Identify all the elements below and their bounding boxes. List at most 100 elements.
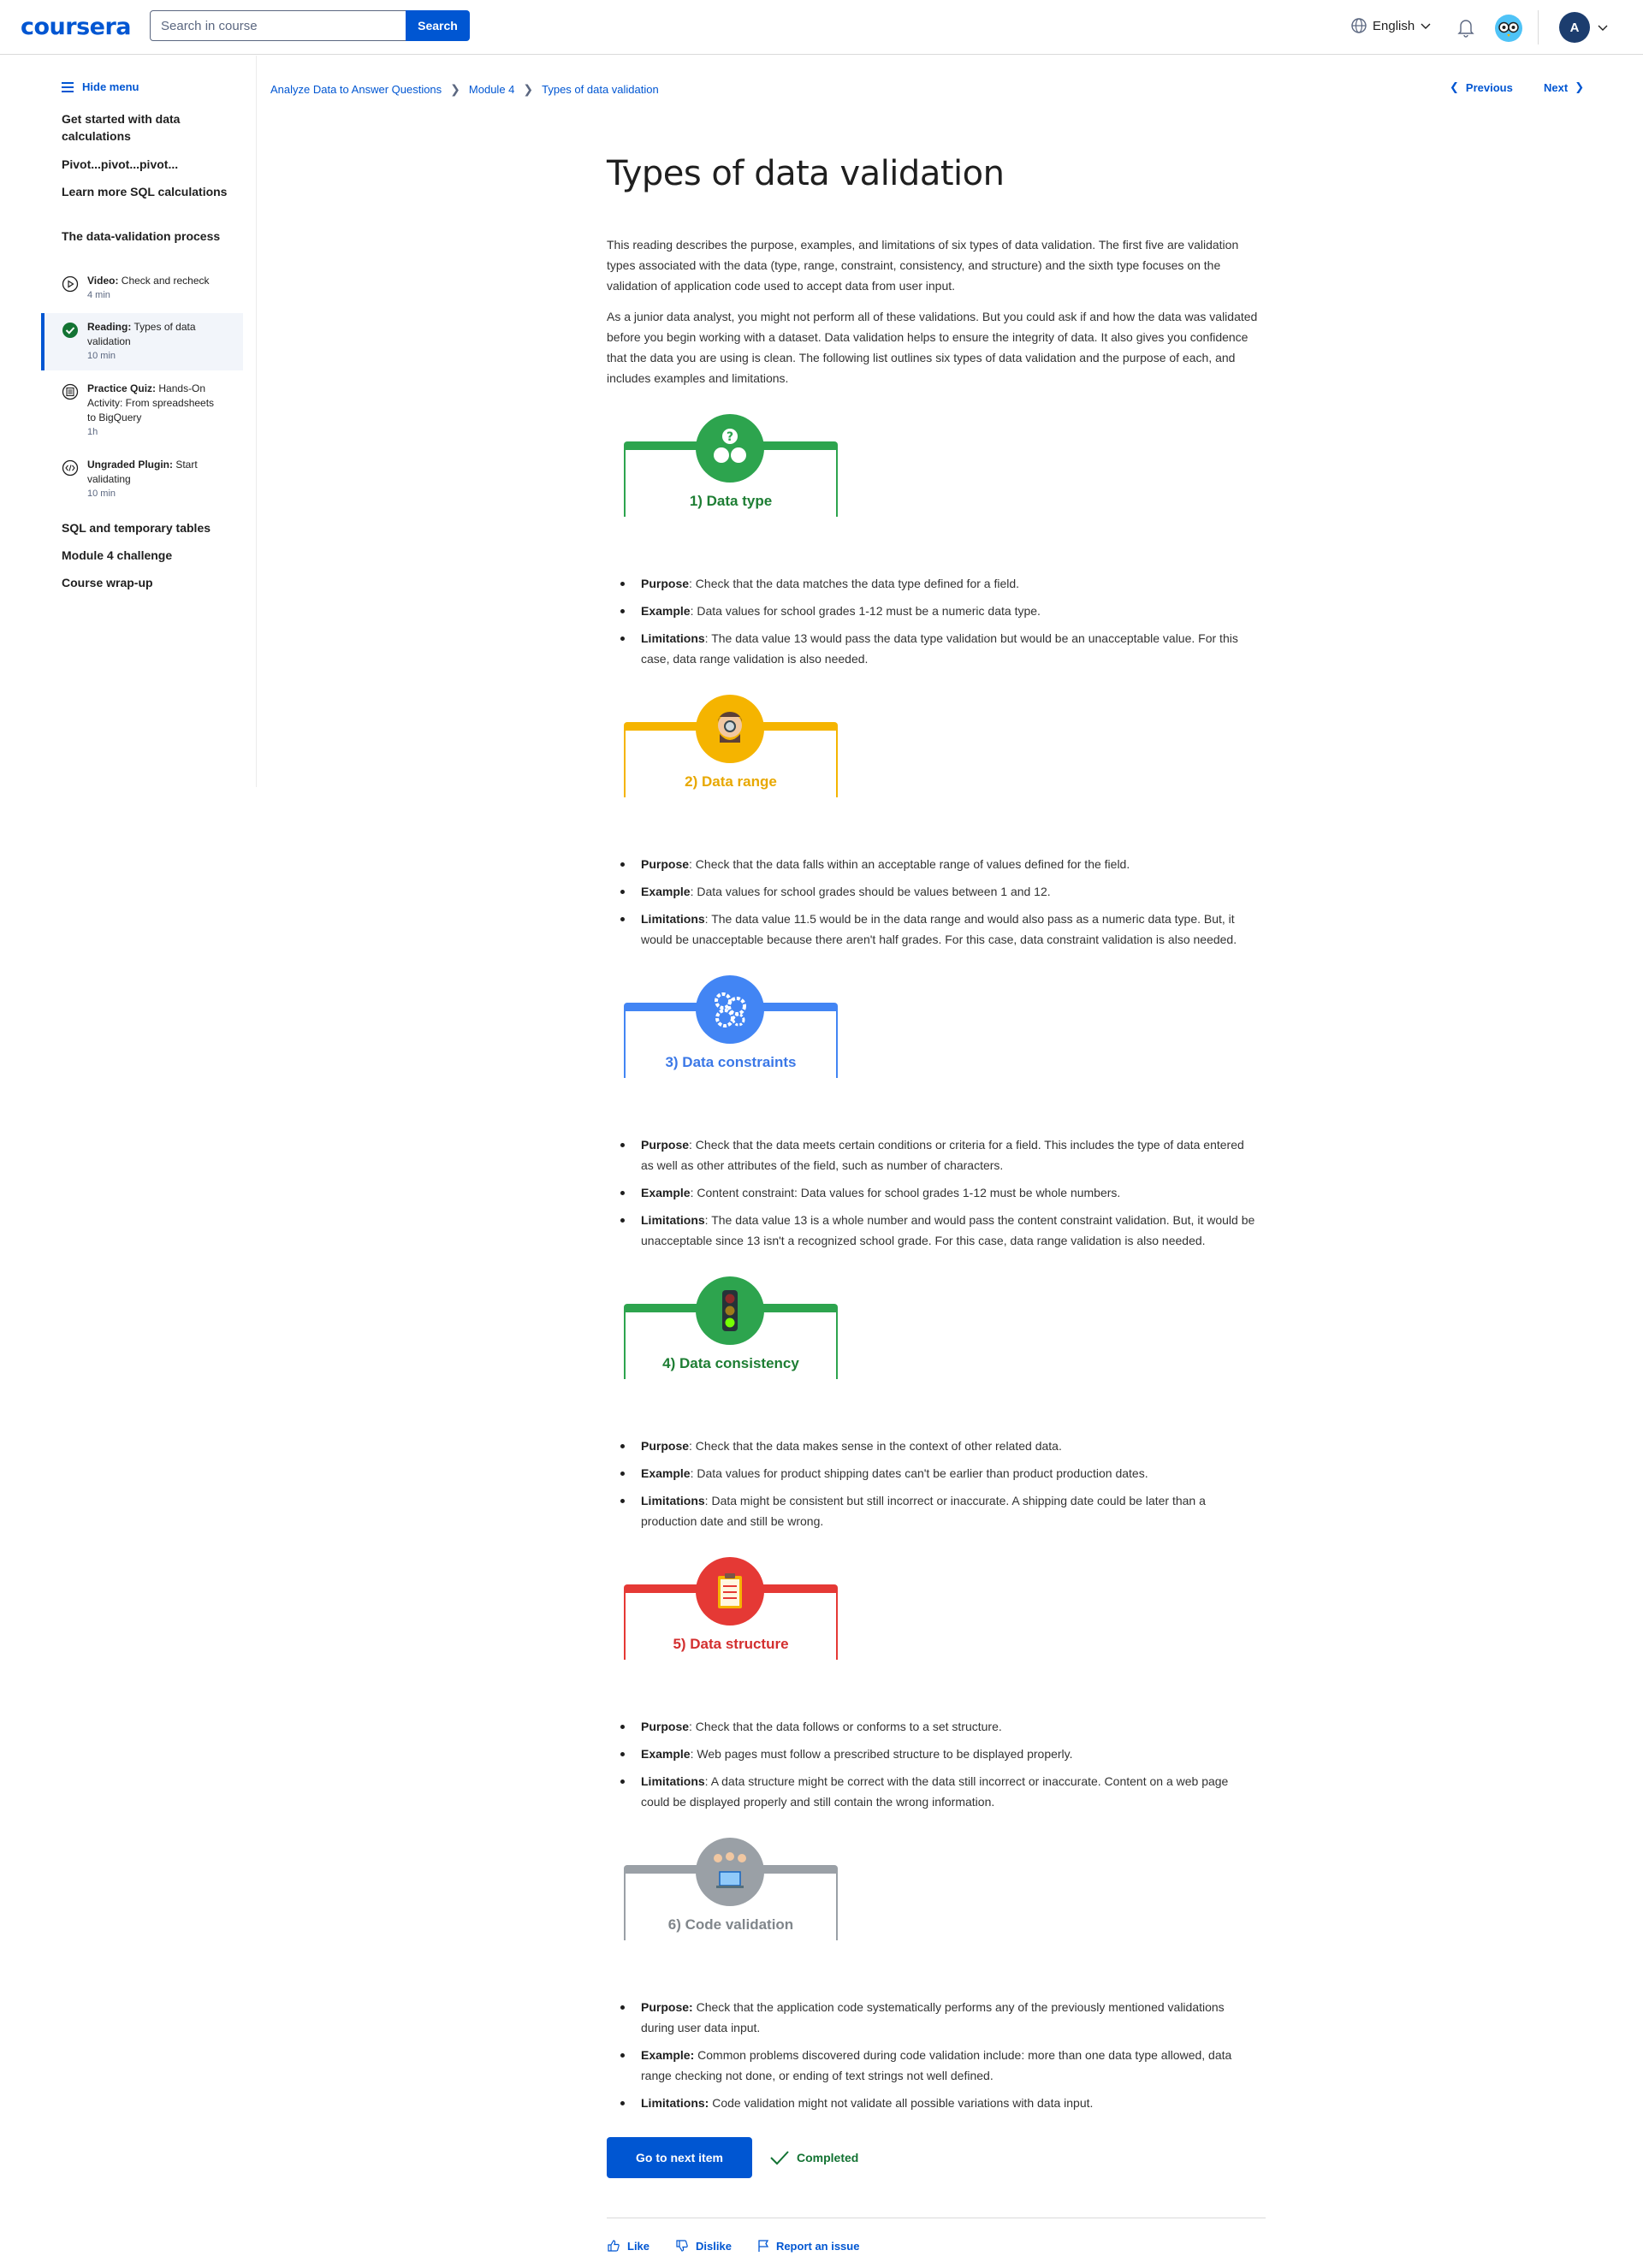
section-list: Purpose: Check that the data follows or … [620, 1716, 1266, 1812]
section-list: Purpose: Check that the data falls withi… [620, 854, 1266, 950]
clipboard-icon [696, 1557, 764, 1625]
checkmark-icon [770, 2151, 789, 2165]
section-list: Purpose: Check that the application code… [620, 1997, 1266, 2113]
gears-icon [696, 975, 764, 1044]
report-issue-button[interactable]: Report an issue [757, 2239, 859, 2253]
list-item: Limitations: The data value 13 is a whol… [620, 1210, 1255, 1251]
intro-paragraph: As a junior data analyst, you might not … [607, 310, 1258, 385]
coach-button[interactable] [1494, 14, 1523, 47]
next-label: Next [1544, 80, 1569, 94]
list-item: Example: Content constraint: Data values… [620, 1182, 1255, 1203]
next-button[interactable]: Next ❯ [1544, 80, 1584, 94]
play-circle-icon [62, 275, 79, 293]
sidebar-section-sql-calculations[interactable]: Learn more SQL calculations [62, 183, 233, 200]
list-item: Example: Data values for school grades 1… [620, 601, 1255, 621]
item-duration: 4 min [87, 290, 110, 300]
breadcrumb-course[interactable]: Analyze Data to Answer Questions [270, 83, 442, 96]
hide-menu-button[interactable]: Hide menu [62, 80, 139, 93]
menu-icon [62, 81, 74, 92]
sidebar-section-data-calculations[interactable]: Get started with data calculations [62, 110, 233, 145]
flag-icon [758, 2240, 769, 2252]
sidebar-item-practice-quiz[interactable]: Practice Quiz: Hands-On Activity: From s… [41, 375, 243, 447]
item-type: Practice Quiz: [87, 382, 157, 394]
chevron-down-icon [1421, 23, 1431, 29]
language-selector[interactable]: English [1350, 17, 1432, 34]
completed-status: Completed [769, 2149, 858, 2166]
card-label: 4) Data consistency [662, 1355, 799, 1371]
like-button[interactable]: Like [607, 2239, 649, 2253]
list-item: Purpose: Check that the data follows or … [620, 1716, 1255, 1737]
scientist-icon [696, 695, 764, 763]
chevron-right-icon: ❯ [523, 82, 534, 96]
card-label: 1) Data type [689, 493, 773, 509]
code-validation-card: 6) Code validation [624, 1838, 846, 1975]
notifications-button[interactable] [1456, 17, 1475, 42]
item-type: Ungraded Plugin: [87, 459, 173, 471]
coursera-logo[interactable]: coursera [21, 14, 132, 40]
section-list: Purpose: Check that the data matches the… [620, 573, 1266, 669]
coach-owl-icon [1495, 15, 1522, 42]
traffic-light-icon [696, 1276, 764, 1345]
list-item: Purpose: Check that the application code… [620, 1997, 1255, 2038]
question-heads-icon: ? [696, 414, 764, 483]
chevron-right-icon: ❯ [450, 82, 460, 96]
code-plugin-icon [62, 459, 79, 477]
sidebar-section-pivot[interactable]: Pivot...pivot...pivot... [62, 156, 233, 173]
list-item: Limitations: The data value 11.5 would b… [620, 909, 1255, 950]
completion-actions: Go to next item Completed [607, 2137, 1266, 2178]
laptop-people-icon [696, 1838, 764, 1906]
svg-text:?: ? [727, 430, 733, 444]
sidebar-section-sql-temp-tables[interactable]: SQL and temporary tables [62, 519, 233, 536]
hide-menu-label: Hide menu [82, 80, 139, 93]
list-item: Example: Common problems discovered duri… [620, 2045, 1255, 2086]
intro-paragraph: This reading describes the purpose, exam… [607, 238, 1239, 293]
list-item: Limitations: Code validation might not v… [620, 2093, 1255, 2113]
profile-menu[interactable]: A [1559, 12, 1609, 43]
item-title: Check and recheck [121, 275, 210, 287]
header-divider [1538, 10, 1539, 44]
previous-label: Previous [1465, 80, 1513, 94]
sidebar-section-data-validation[interactable]: The data-validation process [62, 228, 233, 245]
data-consistency-card: 4) Data consistency [624, 1276, 846, 1413]
course-sidebar: Hide menu Get started with data calculat… [0, 56, 257, 787]
quiz-icon [62, 383, 79, 400]
language-label: English [1373, 18, 1415, 33]
bell-icon [1457, 20, 1474, 38]
breadcrumb-module[interactable]: Module 4 [469, 83, 514, 96]
search-input[interactable] [150, 10, 406, 41]
completed-label: Completed [797, 2151, 859, 2164]
list-item: Purpose: Check that the data falls withi… [620, 854, 1255, 874]
list-item: Limitations: The data value 13 would pas… [620, 628, 1255, 669]
sidebar-section-module-4-challenge[interactable]: Module 4 challenge [62, 547, 233, 564]
sidebar-item-reading-active[interactable]: Reading: Types of data validation 10 min [41, 313, 243, 370]
list-item: Purpose: Check that the data meets certa… [620, 1134, 1255, 1175]
item-duration: 10 min [87, 489, 116, 499]
sidebar-section-course-wrap-up[interactable]: Course wrap-up [62, 574, 233, 591]
breadcrumb: Analyze Data to Answer Questions ❯ Modul… [270, 82, 659, 97]
breadcrumb-current[interactable]: Types of data validation [542, 83, 659, 96]
list-item: Example: Web pages must follow a prescri… [620, 1744, 1255, 1764]
data-type-card: ? 1) Data type [624, 414, 846, 551]
previous-button[interactable]: ❮ Previous [1450, 80, 1513, 94]
reading-content: Types of data validation This reading de… [607, 154, 1266, 2253]
dislike-button[interactable]: Dislike [675, 2239, 732, 2253]
search-button[interactable]: Search [406, 10, 470, 41]
avatar: A [1559, 12, 1590, 43]
list-item: Limitations: Data might be consistent bu… [620, 1490, 1255, 1531]
globe-icon [1351, 18, 1367, 33]
card-label: 3) Data constraints [665, 1054, 797, 1070]
page-title: Types of data validation [607, 154, 1005, 193]
item-type: Video: [87, 275, 119, 287]
card-label: 5) Data structure [673, 1636, 789, 1652]
feedback-bar: Like Dislike Report an issue [607, 2239, 1266, 2253]
thumbs-up-icon [608, 2240, 620, 2252]
data-structure-card: 5) Data structure [624, 1557, 846, 1694]
list-item: Limitations: A data structure might be c… [620, 1771, 1255, 1812]
check-circle-icon [62, 323, 78, 338]
go-to-next-item-button[interactable]: Go to next item [607, 2137, 752, 2178]
sidebar-item-video[interactable]: Video: Check and recheck 4 min [41, 267, 243, 310]
sidebar-item-ungraded-plugin[interactable]: Ungraded Plugin: Start validating 10 min [41, 451, 243, 508]
item-duration: 1h [87, 427, 98, 437]
list-item: Example: Data values for product shippin… [620, 1463, 1255, 1483]
card-label: 2) Data range [685, 773, 777, 790]
